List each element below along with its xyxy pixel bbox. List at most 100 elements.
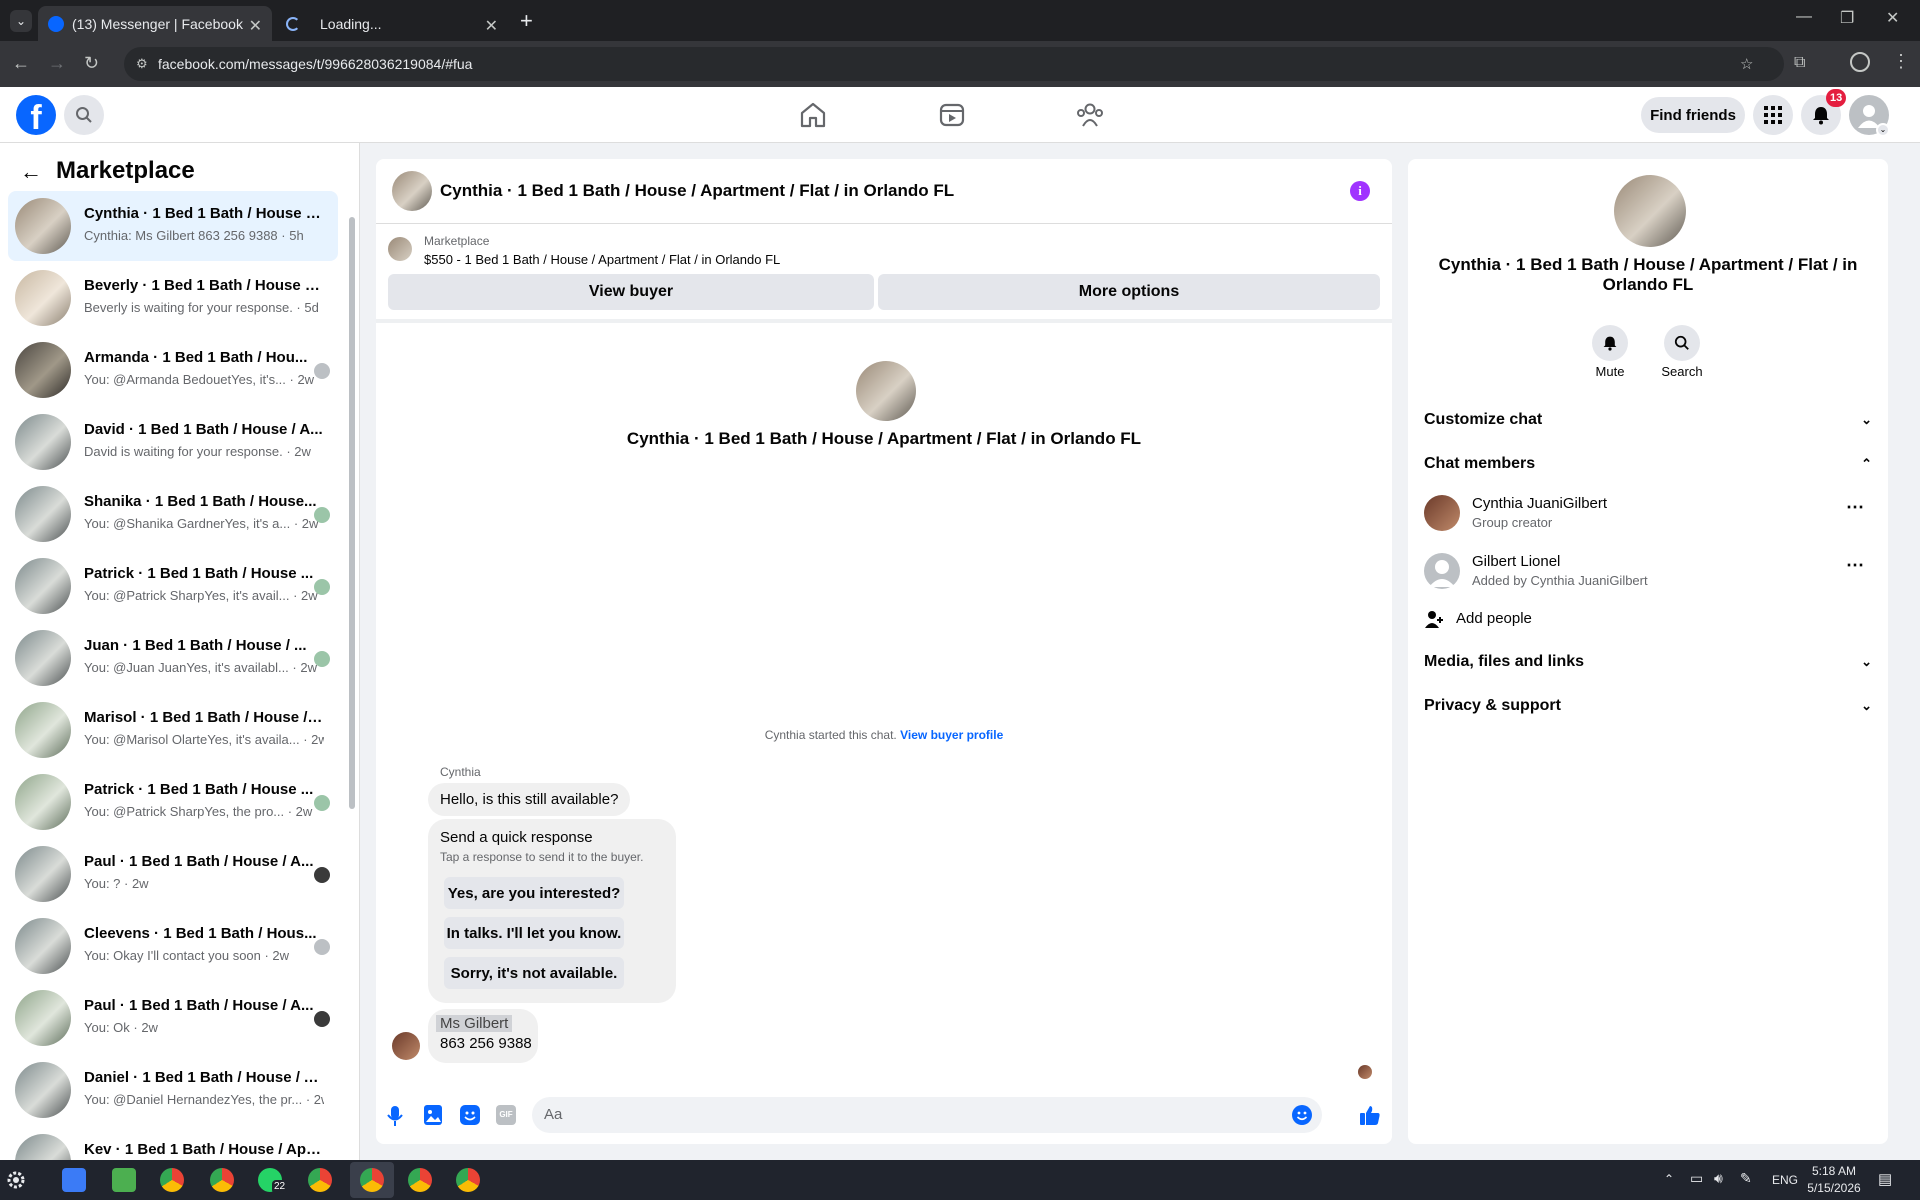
tab-search-icon[interactable]: ⌄ xyxy=(10,10,32,32)
microphone-icon[interactable] xyxy=(386,1105,404,1127)
media-files-section[interactable]: Media, files and links ⌄ xyxy=(1424,653,1872,671)
member-name[interactable]: Cynthia JuaniGilbert xyxy=(1472,495,1607,512)
clock-date[interactable]: 5/15/2026 xyxy=(1804,1181,1864,1195)
close-tab-icon[interactable]: ✕ xyxy=(485,16,498,36)
quick-response-button[interactable]: Sorry, it's not available. xyxy=(444,957,624,989)
conversation-item[interactable]: David · 1 Bed 1 Bath / House / A... David… xyxy=(8,407,338,477)
quick-response-button[interactable]: Yes, are you interested? xyxy=(444,877,624,909)
chrome-icon[interactable] xyxy=(308,1168,332,1192)
view-buyer-profile-link[interactable]: View buyer profile xyxy=(900,728,1003,742)
restore-icon[interactable]: ❐ xyxy=(1840,8,1854,28)
chat-avatar[interactable] xyxy=(392,171,432,211)
view-buyer-button[interactable]: View buyer xyxy=(388,274,874,310)
network-icon[interactable]: ▭ xyxy=(1690,1170,1703,1187)
minimize-icon[interactable]: — xyxy=(1796,8,1812,26)
mute-label[interactable]: Mute xyxy=(1580,364,1640,379)
emoji-icon[interactable] xyxy=(1292,1105,1312,1125)
more-options-icon[interactable]: ⋯ xyxy=(1846,555,1864,576)
tab-loading[interactable]: Loading... ✕ xyxy=(274,6,508,41)
search-icon[interactable] xyxy=(64,95,104,135)
listing-detail[interactable]: $550 - 1 Bed 1 Bath / House / Apartment … xyxy=(424,252,780,267)
message-bubble[interactable]: Hello, is this still available? xyxy=(428,783,631,816)
search-icon[interactable] xyxy=(1664,325,1700,361)
message-bubble[interactable]: Ms Gilbert 863 256 9388 xyxy=(428,1009,538,1063)
chrome-icon[interactable] xyxy=(210,1168,234,1192)
site-info-icon[interactable]: ⚙ xyxy=(136,56,148,72)
groups-nav-icon[interactable] xyxy=(1075,101,1105,129)
browser-menu-icon[interactable]: ⋮ xyxy=(1892,51,1910,72)
conversation-item[interactable]: Paul · 1 Bed 1 Bath / House / A... You: ?… xyxy=(8,839,338,909)
conversation-item[interactable]: Armanda · 1 Bed 1 Bath / Hou... You: @Arm… xyxy=(8,335,338,405)
conversation-item[interactable]: Juan · 1 Bed 1 Bath / House / ... You: @J… xyxy=(8,623,338,693)
clock-time[interactable]: 5:18 AM xyxy=(1806,1164,1862,1178)
member-avatar[interactable] xyxy=(1424,553,1460,589)
tray-chevron-up-icon[interactable]: ⌃ xyxy=(1664,1172,1674,1186)
message-input[interactable]: Aa xyxy=(532,1097,1322,1133)
close-tab-icon[interactable]: ✕ xyxy=(249,16,262,36)
reload-icon[interactable]: ↻ xyxy=(84,53,106,75)
windows-taskbar: 22 ⌃ ▭ 🔊︎ ✎ ENG 5:18 AM 5/15/2026 ▤ xyxy=(0,1160,1920,1200)
member-name[interactable]: Gilbert Lionel xyxy=(1472,553,1560,570)
conversation-item[interactable]: Paul · 1 Bed 1 Bath / House / A... You: O… xyxy=(8,983,338,1053)
volume-icon[interactable]: 🔊︎ xyxy=(1714,1170,1723,1187)
seen-by-avatar xyxy=(314,939,330,955)
conversation-item[interactable]: Patrick · 1 Bed 1 Bath / House ... You: @… xyxy=(8,767,338,837)
chat-info-icon[interactable]: i xyxy=(1350,181,1370,201)
back-icon[interactable]: ← xyxy=(12,53,34,75)
app-icon[interactable] xyxy=(62,1168,86,1192)
back-arrow-icon[interactable]: ← xyxy=(20,159,42,185)
new-tab-icon[interactable]: + xyxy=(520,8,533,34)
mute-bell-icon[interactable] xyxy=(1592,325,1628,361)
window-close-icon[interactable]: ✕ xyxy=(1886,8,1899,28)
url-field[interactable]: ⚙ facebook.com/messages/t/99662803621908… xyxy=(124,47,1784,81)
chrome-icon[interactable] xyxy=(456,1168,480,1192)
conversation-item[interactable]: Shanika · 1 Bed 1 Bath / House... You: @S… xyxy=(8,479,338,549)
app-icon[interactable] xyxy=(112,1168,136,1192)
chat-members-section[interactable]: Chat members ⌃ xyxy=(1424,455,1872,473)
pen-icon[interactable]: ✎ xyxy=(1740,1170,1752,1187)
like-thumb-icon[interactable] xyxy=(1358,1103,1382,1127)
video-nav-icon[interactable] xyxy=(938,101,966,129)
conversation-item[interactable]: Daniel · 1 Bed 1 Bath / House / A... You:… xyxy=(8,1055,338,1125)
chrome-icon[interactable] xyxy=(360,1168,384,1192)
conversation-item[interactable]: Cleevens · 1 Bed 1 Bath / Hous... You: Ok… xyxy=(8,911,338,981)
chrome-icon[interactable] xyxy=(160,1168,184,1192)
privacy-support-section[interactable]: Privacy & support ⌄ xyxy=(1424,697,1872,715)
menu-grid-icon[interactable] xyxy=(1753,95,1793,135)
gif-icon[interactable]: GIF xyxy=(496,1105,516,1125)
quick-response-button[interactable]: In talks. I'll let you know. xyxy=(444,917,624,949)
sender-avatar[interactable] xyxy=(392,1032,420,1060)
tab-messenger[interactable]: (13) Messenger | Facebook ✕ xyxy=(38,6,272,41)
install-app-icon[interactable]: ⧉ xyxy=(1794,54,1805,72)
forward-icon[interactable]: → xyxy=(48,53,70,75)
facebook-logo-icon[interactable]: f xyxy=(16,95,56,135)
home-nav-icon[interactable] xyxy=(798,101,828,129)
settings-gear-icon[interactable] xyxy=(6,1170,26,1190)
find-friends-button[interactable]: Find friends xyxy=(1641,97,1745,133)
add-people-button[interactable]: Add people xyxy=(1424,607,1844,633)
more-options-icon[interactable]: ⋯ xyxy=(1846,497,1864,518)
chat-title[interactable]: Cynthia · 1 Bed 1 Bath / House / Apartme… xyxy=(440,181,954,201)
scrollbar-thumb[interactable] xyxy=(349,217,355,809)
bookmark-star-icon[interactable]: ☆ xyxy=(1740,55,1753,73)
info-avatar[interactable] xyxy=(1614,175,1686,247)
conversation-item[interactable]: Cynthia · 1 Bed 1 Bath / House / ... Cynt… xyxy=(8,191,338,261)
profile-icon[interactable] xyxy=(1850,52,1870,72)
member-avatar[interactable] xyxy=(1424,495,1460,531)
search-label[interactable]: Search xyxy=(1652,364,1712,379)
conversation-item[interactable]: Kev · 1 Bed 1 Bath / House / Apa... xyxy=(8,1127,338,1160)
chat-info-panel: Cynthia · 1 Bed 1 Bath / House / Apartme… xyxy=(1408,159,1888,1144)
conversation-avatar xyxy=(15,918,71,974)
chrome-icon[interactable] xyxy=(408,1168,432,1192)
photo-attach-icon[interactable] xyxy=(424,1105,442,1125)
customize-chat-section[interactable]: Customize chat ⌄ xyxy=(1424,411,1872,429)
language-indicator[interactable]: ENG xyxy=(1772,1173,1798,1187)
notification-center-icon[interactable]: ▤ xyxy=(1878,1170,1892,1188)
sidebar-scrollbar[interactable] xyxy=(348,195,356,1155)
conversation-item[interactable]: Patrick · 1 Bed 1 Bath / House ... You: @… xyxy=(8,551,338,621)
more-options-button[interactable]: More options xyxy=(878,274,1380,310)
conversation-item[interactable]: Marisol · 1 Bed 1 Bath / House / ... You:… xyxy=(8,695,338,765)
chevron-down-icon[interactable]: ⌄ xyxy=(1876,123,1890,137)
sticker-icon[interactable] xyxy=(460,1105,480,1125)
conversation-item[interactable]: Beverly · 1 Bed 1 Bath / House / ... Beve… xyxy=(8,263,338,333)
